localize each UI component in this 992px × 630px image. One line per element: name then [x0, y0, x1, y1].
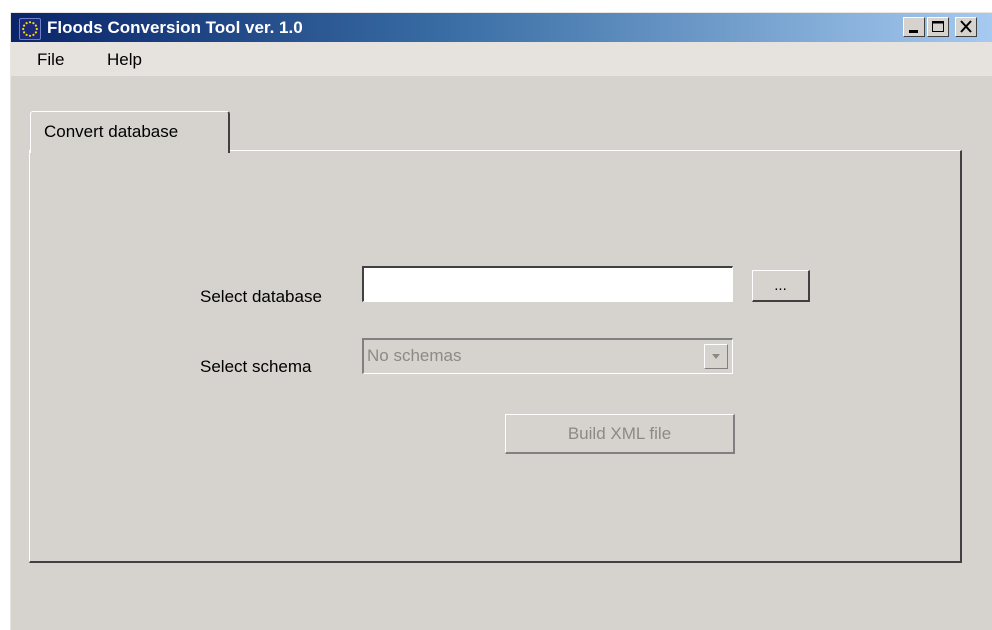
dropdown-arrow-button[interactable]: [704, 344, 728, 369]
eu-flag-icon[interactable]: [19, 18, 41, 40]
maximize-icon: [932, 21, 944, 32]
maximize-button[interactable]: [927, 17, 949, 37]
tab-label: Convert database: [44, 122, 179, 141]
browse-button[interactable]: ...: [752, 270, 810, 302]
select-schema-label: Select schema: [200, 357, 312, 376]
select-database-label: Select database: [200, 287, 322, 306]
window-title: Floods Conversion Tool ver. 1.0: [47, 18, 303, 37]
chevron-down-icon: [712, 354, 720, 359]
menu-bar: File Help: [11, 42, 992, 76]
tab-convert-database[interactable]: Convert database: [30, 111, 230, 153]
menu-help[interactable]: Help: [107, 50, 142, 70]
database-path-input[interactable]: [362, 266, 733, 302]
close-button[interactable]: [955, 17, 977, 37]
schema-selected-value: No schemas: [367, 346, 462, 365]
minimize-icon: [909, 30, 918, 33]
menu-file[interactable]: File: [37, 50, 64, 70]
schema-dropdown[interactable]: No schemas: [362, 338, 733, 374]
close-icon: [960, 20, 972, 33]
title-bar[interactable]: Floods Conversion Tool ver. 1.0: [11, 13, 992, 42]
minimize-button[interactable]: [903, 17, 925, 37]
build-xml-button[interactable]: Build XML file: [505, 414, 735, 454]
